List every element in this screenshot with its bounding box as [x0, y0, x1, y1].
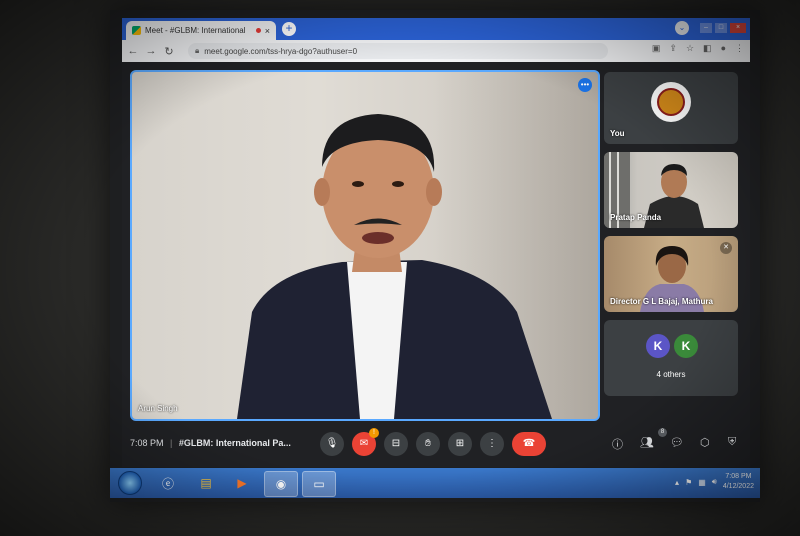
speaking-indicator-icon: •••: [578, 78, 592, 92]
chat-icon[interactable]: 💬︎: [670, 436, 684, 449]
tab-title: Meet - #GLBM: International: [145, 26, 246, 35]
speaker-figure: [237, 114, 552, 419]
media-player-icon[interactable]: ▶: [226, 471, 258, 495]
toolbar-right: ▣ ⇪ ☆ ◧ ● ⋮: [652, 43, 744, 54]
meeting-name: #GLBM: International Pa...: [178, 438, 291, 448]
google-meet-favicon-icon: [132, 26, 141, 35]
your-avatar-logo: [651, 82, 691, 122]
more-options-button[interactable]: ⋮: [480, 432, 504, 456]
camera-off-button[interactable]: ✉︎!: [352, 428, 379, 456]
volume-icon[interactable]: 🔊︎: [712, 477, 717, 487]
window-controls: ⌄ – □ ×: [675, 21, 746, 35]
microphone-button[interactable]: 🎙︎: [320, 432, 344, 456]
participant-name: Director G L Bajaj, Mathura: [610, 297, 713, 306]
host-controls-icon[interactable]: ⛨: [728, 436, 736, 449]
meeting-time: 7:08 PM: [130, 438, 164, 448]
browser-tab-bar: Meet - #GLBM: International × + ⌄ – □ ×: [122, 18, 750, 40]
new-tab-button[interactable]: +: [282, 22, 296, 36]
tab-close-icon[interactable]: ×: [265, 26, 270, 36]
reload-button[interactable]: ↻: [162, 45, 176, 58]
participant-tile-video[interactable]: Pratap Panda: [604, 152, 738, 228]
monitor-screen: Meet - #GLBM: International × + ⌄ – □ × …: [110, 10, 760, 502]
internet-explorer-icon[interactable]: ⓔ: [152, 471, 184, 495]
bookmark-star-icon[interactable]: ☆: [686, 43, 694, 54]
windows-taskbar: ⓔ ▤ ▶ ◉ ▭ ▴ ⚑ ▦ 🔊︎ 7:08 PM 4/12/2022: [110, 468, 760, 498]
others-count-label: 4 others: [656, 370, 686, 379]
meeting-details-icon[interactable]: ⓘ: [612, 436, 623, 452]
close-window-button[interactable]: ×: [730, 23, 746, 33]
participant-tile-others[interactable]: K K 4 others: [604, 320, 738, 396]
browser-nav-bar: ← → ↻ 🔒︎ meet.google.com/tss-hrya-dgo?au…: [122, 40, 750, 62]
avatar: K: [674, 334, 698, 358]
main-speaker-video[interactable]: ••• Arun Singh: [130, 70, 600, 421]
system-tray: ▴ ⚑ ▦ 🔊︎ 7:08 PM 4/12/2022: [675, 472, 754, 492]
others-avatars: K K: [646, 334, 698, 358]
window-app-icon[interactable]: ▭: [302, 471, 336, 497]
folder-icon[interactable]: ▤: [190, 471, 222, 495]
camera-icon[interactable]: ▣: [652, 43, 661, 54]
avatar: K: [646, 334, 670, 358]
participant-name: You: [610, 129, 625, 138]
clock[interactable]: 7:08 PM 4/12/2022: [723, 472, 754, 492]
meeting-info: 7:08 PM | #GLBM: International Pa...: [130, 438, 291, 448]
participant-name: Pratap Panda: [610, 213, 662, 222]
info-separator: |: [170, 438, 173, 448]
alert-badge: !: [369, 428, 379, 438]
people-icon[interactable]: 👥︎ 8: [640, 428, 667, 449]
main-speaker-name: Arun Singh: [138, 404, 178, 413]
clock-date: 4/12/2022: [722, 483, 754, 490]
menu-icon[interactable]: ⋮: [735, 43, 744, 54]
address-bar[interactable]: 🔒︎ meet.google.com/tss-hrya-dgo?authuser…: [188, 43, 608, 59]
clock-time: 7:08 PM: [725, 473, 752, 480]
meet-control-bar: 7:08 PM | #GLBM: International Pa... 🎙︎ …: [122, 424, 750, 464]
extension-icon[interactable]: ●: [721, 43, 726, 54]
raise-hand-button[interactable]: ✋︎: [416, 432, 440, 456]
forward-button[interactable]: →: [144, 45, 158, 57]
profile-dropdown-icon[interactable]: ⌄: [675, 21, 689, 35]
url-text: meet.google.com/tss-hrya-dgo?authuser=0: [204, 46, 358, 56]
back-button[interactable]: ←: [126, 45, 140, 57]
minimize-button[interactable]: –: [700, 23, 712, 33]
activities-icon[interactable]: ⬡: [700, 436, 710, 449]
lock-icon: 🔒︎: [195, 46, 200, 55]
meet-window: ••• Arun Singh You Pratap Panda ✕ Direct…: [122, 62, 750, 467]
network-icon[interactable]: ▦: [698, 478, 706, 487]
share-icon[interactable]: ⇪: [669, 43, 677, 54]
captions-button[interactable]: ⊟: [384, 432, 408, 456]
end-call-button[interactable]: ☎︎: [512, 432, 546, 456]
tray-arrow-icon[interactable]: ▴: [675, 478, 679, 487]
present-screen-button[interactable]: ⊞: [448, 432, 472, 456]
start-button[interactable]: [118, 471, 142, 495]
participants-count-badge: 8: [658, 428, 667, 437]
chrome-icon[interactable]: ◉: [264, 471, 298, 497]
maximize-button[interactable]: □: [715, 23, 727, 33]
flag-icon[interactable]: ⚑: [685, 478, 692, 487]
sidebar-icon[interactable]: ◧: [703, 43, 712, 54]
browser-tab-meet[interactable]: Meet - #GLBM: International ×: [126, 21, 276, 40]
participant-tile-director[interactable]: ✕ Director G L Bajaj, Mathura: [604, 236, 738, 312]
participant-tile-you[interactable]: You: [604, 72, 738, 144]
recording-dot-icon: [255, 28, 261, 33]
muted-mic-icon: ✕: [720, 242, 732, 254]
